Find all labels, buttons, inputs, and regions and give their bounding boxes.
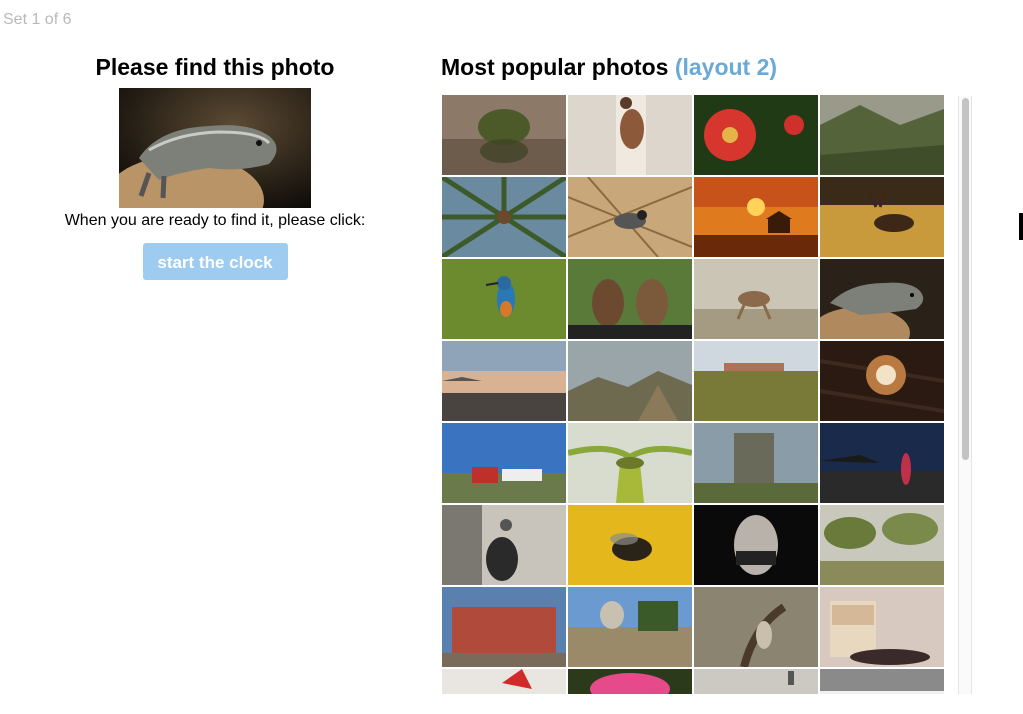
photo-gallery[interactable] [441, 94, 973, 694]
photo-image [568, 587, 692, 667]
photo-image [820, 669, 944, 694]
photo-image [442, 423, 566, 503]
photo-thumbnail-red-dahlia[interactable] [694, 95, 818, 175]
photo-image [442, 95, 566, 175]
photo-thumbnail-latte-art-coffee[interactable] [820, 341, 944, 421]
photo-thumbnail-foal-running[interactable] [694, 259, 818, 339]
target-panel: Please find this photo When you are read… [40, 52, 390, 280]
gallery-heading-text: Most popular photos [441, 54, 669, 80]
photo-image [442, 177, 566, 257]
photo-thumbnail-rocky-hills[interactable] [568, 341, 692, 421]
photo-image [820, 423, 944, 503]
photo-grid [442, 95, 945, 694]
start-clock-button[interactable]: start the clock [142, 243, 288, 280]
photo-thumbnail-palm-tree-from-below[interactable] [442, 177, 566, 257]
set-progress-label: Set 1 of 6 [3, 11, 72, 28]
photo-thumbnail-pink-flower-partial[interactable] [568, 669, 692, 694]
photo-thumbnail-desert-ruins[interactable] [694, 341, 818, 421]
photo-image [694, 505, 818, 585]
photo-image [568, 423, 692, 503]
window-edge-marker [1019, 213, 1023, 240]
photo-image [568, 177, 692, 257]
photo-image [694, 341, 818, 421]
photo-thumbnail-elk-in-field[interactable] [820, 177, 944, 257]
photo-image [568, 505, 692, 585]
photo-image [820, 177, 944, 257]
photo-image [442, 341, 566, 421]
photo-image [694, 423, 818, 503]
gallery-heading: Most popular photos (layout 2) [441, 52, 777, 82]
photo-thumbnail-night-coast-figure[interactable] [820, 423, 944, 503]
photo-thumbnail-woman-holding-fox[interactable] [568, 95, 692, 175]
photo-image [442, 259, 566, 339]
photo-thumbnail-sunset-gazebo[interactable] [694, 177, 818, 257]
photo-image [694, 259, 818, 339]
layout-label: (layout 2) [674, 54, 778, 80]
photo-thumbnail-kingfisher[interactable] [442, 259, 566, 339]
photo-image [568, 95, 692, 175]
photo-image [820, 587, 944, 667]
photo-image [820, 95, 944, 175]
photo-thumbnail-iguana-on-rock[interactable] [820, 259, 944, 339]
photo-image [568, 259, 692, 339]
photo-thumbnail-gray-gradient-partial[interactable] [820, 669, 944, 694]
photo-thumbnail-island-tree-reflection[interactable] [442, 95, 566, 175]
photo-thumbnail-city-square[interactable] [568, 587, 692, 667]
photo-thumbnail-boy-face-dark[interactable] [694, 505, 818, 585]
photo-image [442, 505, 566, 585]
photo-thumbnail-olive-grove[interactable] [820, 505, 944, 585]
photo-image [568, 669, 692, 694]
photo-image [820, 341, 944, 421]
photo-thumbnail-red-church[interactable] [442, 587, 566, 667]
photo-image [820, 505, 944, 585]
photo-image [820, 259, 944, 339]
target-heading: Please find this photo [95, 54, 335, 80]
photo-image [694, 587, 818, 667]
photo-thumbnail-fly-on-yellow[interactable] [568, 505, 692, 585]
photo-image [442, 669, 566, 694]
photo-thumbnail-bird-in-grass[interactable] [568, 177, 692, 257]
photo-thumbnail-orchid-macro[interactable] [568, 423, 692, 503]
photo-image [568, 341, 692, 421]
target-photo [119, 88, 311, 208]
scrollbar-thumb[interactable] [962, 98, 969, 460]
photo-thumbnail-cup-of-tea[interactable] [820, 587, 944, 667]
photo-image [442, 587, 566, 667]
photo-thumbnail-woman-balcony-bw[interactable] [442, 505, 566, 585]
photo-thumbnail-beach-at-dusk[interactable] [442, 341, 566, 421]
photo-thumbnail-mountain-valley[interactable] [820, 95, 944, 175]
gallery-scrollbar[interactable] [958, 96, 972, 694]
photo-thumbnail-foggy-landscape-partial[interactable] [694, 669, 818, 694]
photo-thumbnail-red-house-blue-sky[interactable] [442, 423, 566, 503]
photo-image [694, 95, 818, 175]
photo-image [694, 669, 818, 694]
photo-thumbnail-red-flower-partial[interactable] [442, 669, 566, 694]
photo-thumbnail-donkeys-in-car-window[interactable] [568, 259, 692, 339]
photo-thumbnail-stone-tower-ruin[interactable] [694, 423, 818, 503]
photo-image [694, 177, 818, 257]
instruction-text: When you are ready to find it, please cl… [64, 212, 366, 229]
photo-thumbnail-man-under-tree[interactable] [694, 587, 818, 667]
